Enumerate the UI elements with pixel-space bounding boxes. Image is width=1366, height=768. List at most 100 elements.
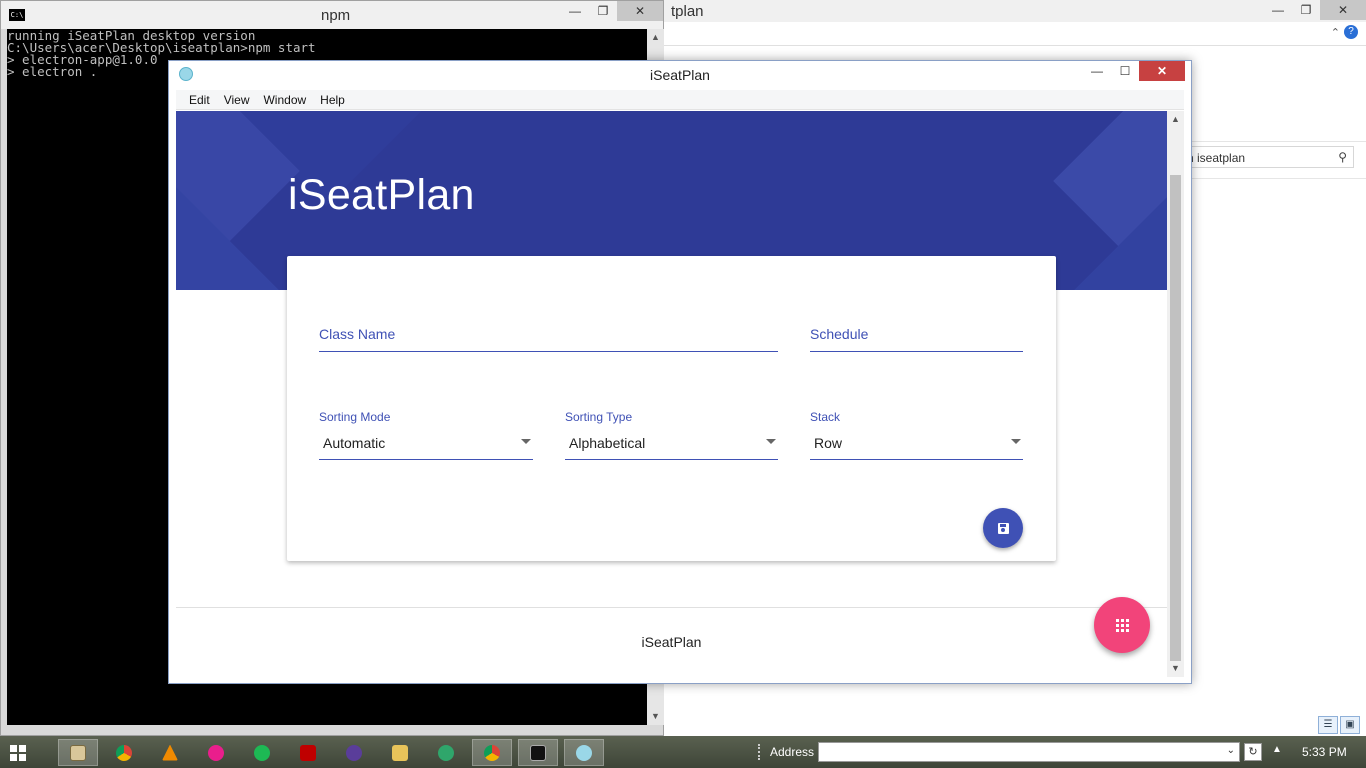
dropdown-arrow-icon (766, 439, 776, 444)
chevron-down-icon[interactable]: ⌄ (1227, 745, 1235, 756)
chrome-icon (116, 744, 132, 761)
sorting-type-label: Sorting Type (565, 410, 633, 424)
save-icon (997, 522, 1009, 534)
app-content: iSeatPlan Class Name Schedule Sorting Mo… (176, 111, 1167, 677)
maximize-button[interactable]: ❐ (1292, 0, 1320, 20)
sorting-mode-label: Sorting Mode (319, 410, 391, 424)
folder-icon (392, 744, 408, 761)
menu-window[interactable]: Window (256, 93, 313, 107)
schedule-placeholder: Schedule (810, 326, 869, 342)
taskbar-item-folder[interactable] (380, 739, 420, 766)
spotify-icon (254, 744, 270, 761)
app2-icon (346, 744, 362, 761)
taskbar-item-cmd[interactable] (518, 739, 558, 766)
taskbar-item-spotify[interactable] (242, 739, 282, 766)
class-name-placeholder: Class Name (319, 326, 396, 342)
schedule-input[interactable]: Schedule (810, 326, 1023, 352)
taskbar-item-iseatplan[interactable] (564, 739, 604, 766)
dropdown-arrow-icon (521, 439, 531, 444)
ribbon-collapse-icon[interactable]: ⌃ (1331, 26, 1340, 39)
taskbar-item-vlc[interactable] (150, 739, 190, 766)
vlc-icon (162, 744, 178, 761)
app-icon (208, 744, 224, 761)
stack-select[interactable]: Stack Row (810, 410, 1023, 460)
apps-menu-button[interactable] (1094, 597, 1150, 653)
sorting-type-select[interactable]: Sorting Type Alphabetical (565, 410, 778, 460)
minimize-button[interactable]: — (1264, 0, 1292, 20)
close-button[interactable]: ✕ (1320, 0, 1366, 20)
app-window-controls: — ☐ ✕ (1083, 61, 1185, 81)
app-titlebar: iSeatPlan — ☐ ✕ (169, 61, 1191, 90)
maximize-button[interactable]: ☐ (1111, 61, 1139, 81)
view-buttons: ☰ ▣ (1318, 716, 1362, 736)
stack-label: Stack (810, 410, 841, 424)
class-form-card: Class Name Schedule Sorting Mode Automat… (287, 256, 1056, 561)
search-icon[interactable]: ⚲ (1338, 150, 1347, 164)
menu-edit[interactable]: Edit (182, 93, 217, 107)
footer: iSeatPlan (176, 607, 1167, 677)
apps-grid-icon (1115, 618, 1129, 632)
explorer-titlebar: tplan — ❐ ✕ (661, 0, 1366, 22)
refresh-icon[interactable]: ↻ (1244, 743, 1262, 761)
details-view-icon[interactable]: ☰ (1318, 716, 1338, 734)
taskbar-item-chrome-2[interactable] (472, 739, 512, 766)
sorting-type-value: Alphabetical (569, 435, 646, 451)
footer-text: iSeatPlan (641, 634, 702, 650)
close-button[interactable]: ✕ (617, 1, 663, 21)
minimize-button[interactable]: — (561, 1, 589, 21)
taskbar-item-chrome[interactable] (104, 739, 144, 766)
scroll-down-icon[interactable]: ▼ (1167, 660, 1184, 677)
app-window-title: iSeatPlan (650, 67, 710, 83)
cmd-icon: C:\ (9, 9, 25, 21)
scroll-up-icon[interactable]: ▲ (647, 29, 664, 46)
explorer-ribbon: ⌃ ? (661, 22, 1366, 46)
help-icon[interactable]: ? (1344, 25, 1358, 39)
scroll-up-icon[interactable]: ▲ (1167, 111, 1184, 128)
scroll-down-icon[interactable]: ▼ (647, 708, 664, 725)
windows-start-icon[interactable] (10, 745, 26, 761)
stack-value: Row (814, 435, 843, 451)
toolbar-grip[interactable] (758, 744, 762, 760)
filezilla-icon (300, 744, 316, 761)
console-window-controls: — ❐ ✕ (561, 1, 663, 21)
iseatplan-icon (576, 744, 592, 761)
taskbar-item-app2[interactable] (334, 739, 374, 766)
sorting-mode-select[interactable]: Sorting Mode Automatic (319, 410, 533, 460)
taskbar-item-filezilla[interactable] (288, 739, 328, 766)
menu-view[interactable]: View (217, 93, 257, 107)
cmd-icon (530, 744, 546, 761)
search-text: n iseatplan (1187, 151, 1246, 165)
chrome-icon (484, 744, 500, 761)
explorer-window-controls: — ❐ ✕ (1264, 0, 1366, 20)
clock[interactable]: 5:33 PM (1302, 745, 1347, 759)
address-label: Address (770, 745, 815, 759)
address-input[interactable]: ⌄ (818, 742, 1240, 762)
explorer-search-input[interactable]: n iseatplan ⚲ (1182, 146, 1354, 168)
input-underline (319, 351, 778, 352)
scrollbar-thumb[interactable] (1170, 175, 1181, 661)
minimize-button[interactable]: — (1083, 61, 1111, 81)
menu-help[interactable]: Help (313, 93, 352, 107)
taskbar: Address ⌄ ↻ ▲ 5:33 PM (0, 736, 1366, 768)
tray-expand-icon[interactable]: ▲ (1272, 744, 1282, 755)
taskbar-item-file-manager[interactable] (58, 739, 98, 766)
maximize-button[interactable]: ❐ (589, 1, 617, 21)
save-button[interactable] (983, 508, 1023, 548)
select-underline (565, 459, 778, 460)
file-manager-icon (70, 744, 86, 761)
taskbar-item-electron[interactable] (426, 739, 466, 766)
iseatplan-window: iSeatPlan — ☐ ✕ Edit View Window Help iS… (168, 60, 1192, 684)
console-title: npm (321, 7, 351, 24)
app-scrollbar[interactable]: ▲ ▼ (1167, 111, 1184, 677)
input-underline (810, 351, 1023, 352)
electron-icon (438, 744, 454, 761)
select-underline (319, 459, 533, 460)
taskbar-item-app[interactable] (196, 739, 236, 766)
menu-bar: Edit View Window Help (176, 90, 1184, 110)
dropdown-arrow-icon (1011, 439, 1021, 444)
close-button[interactable]: ✕ (1139, 61, 1185, 81)
tiles-view-icon[interactable]: ▣ (1340, 716, 1360, 734)
page-title: iSeatPlan (288, 171, 475, 219)
sorting-mode-value: Automatic (323, 435, 386, 451)
class-name-input[interactable]: Class Name (319, 326, 778, 352)
